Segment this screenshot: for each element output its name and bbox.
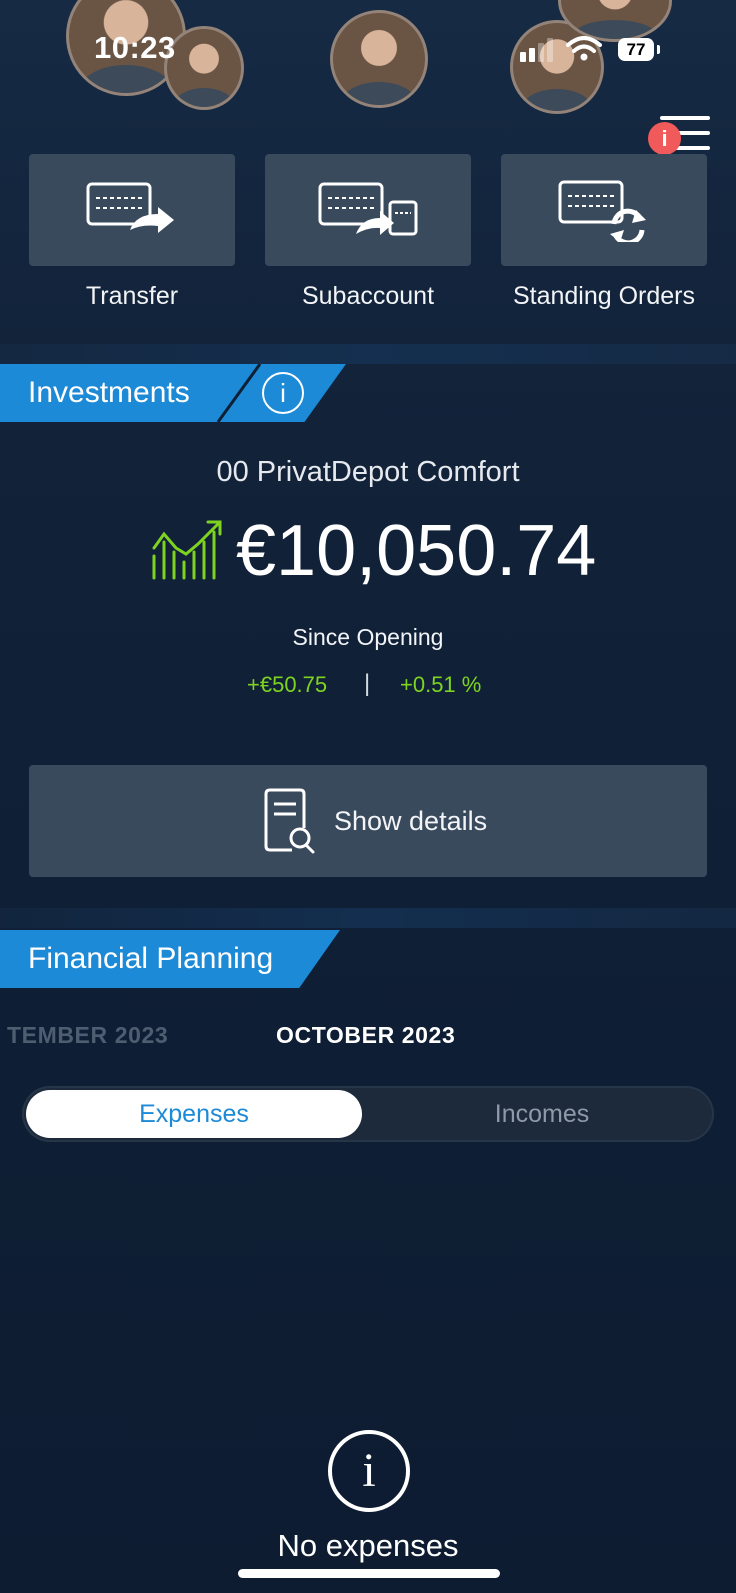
avatar — [164, 26, 244, 110]
tab-expenses[interactable]: Expenses — [26, 1100, 362, 1129]
standing-orders-icon — [558, 180, 646, 242]
previous-month-tab[interactable]: TEMBER 2023 — [7, 1022, 168, 1049]
standing-orders-button[interactable] — [501, 154, 707, 266]
transfer-button[interactable] — [29, 154, 235, 266]
info-circle-glyph: i — [362, 1444, 376, 1497]
info-icon[interactable]: i — [262, 372, 304, 414]
subaccount-label: Subaccount — [301, 282, 435, 310]
battery-tip — [657, 45, 660, 54]
growth-chart-icon — [152, 520, 222, 580]
depot-name: 00 PrivatDepot Comfort — [216, 456, 520, 488]
change-percent: +0.51 % — [400, 672, 482, 697]
portfolio-balance: €10,050.74 — [236, 511, 597, 591]
subaccount-button[interactable] — [265, 154, 471, 266]
section-divider — [0, 908, 736, 928]
change-separator: | — [364, 670, 371, 697]
status-time: 10:23 — [94, 30, 176, 65]
battery-indicator: 77 — [618, 38, 654, 61]
tab-incomes[interactable]: Incomes — [370, 1100, 714, 1129]
info-circle-icon: i — [328, 1430, 410, 1512]
home-indicator — [238, 1569, 500, 1578]
standing-orders-label: Standing Orders — [512, 282, 696, 310]
current-month-tab[interactable]: OCTOBER 2023 — [276, 1022, 455, 1049]
signal-icon — [520, 38, 553, 62]
document-search-icon — [264, 788, 315, 854]
wifi-icon — [566, 36, 602, 61]
avatar — [330, 10, 428, 108]
show-details-label: Show details — [334, 806, 488, 836]
investments-title: Investments — [28, 376, 190, 409]
info-icon-glyph: i — [280, 378, 286, 408]
section-divider — [0, 344, 736, 364]
transfer-icon — [86, 182, 174, 233]
financial-planning-title: Financial Planning — [28, 942, 274, 975]
empty-state-text: No expenses — [277, 1528, 459, 1563]
banner-divider — [216, 364, 262, 422]
notification-badge[interactable]: i — [648, 122, 681, 155]
subaccount-icon — [318, 182, 418, 236]
change-absolute: +€50.75 — [247, 672, 328, 697]
since-opening-label: Since Opening — [292, 624, 444, 650]
transfer-label: Transfer — [85, 282, 179, 310]
